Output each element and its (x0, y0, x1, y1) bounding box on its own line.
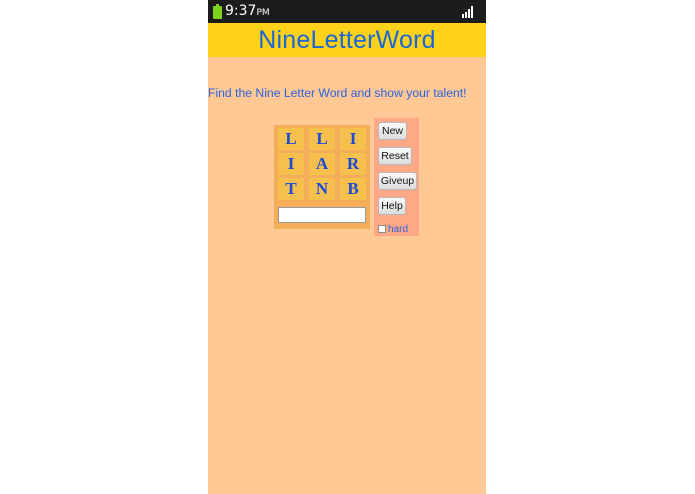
phone-screen: 9:37PM NineLetterWord Find the Nine Lett… (208, 0, 486, 494)
giveup-button[interactable]: Giveup (378, 172, 417, 190)
letter-tile[interactable]: I (340, 128, 366, 150)
app-title-bar: NineLetterWord (208, 23, 486, 57)
letter-tile[interactable]: I (278, 153, 304, 175)
hard-label: hard (388, 223, 409, 235)
hard-checkbox[interactable] (378, 225, 386, 233)
signal-icon (462, 6, 476, 18)
new-button[interactable]: New (378, 122, 407, 140)
app-title: NineLetterWord (258, 26, 436, 54)
letter-tile[interactable]: T (278, 178, 304, 200)
battery-icon (213, 4, 222, 19)
answer-input[interactable] (278, 207, 366, 223)
reset-button[interactable]: Reset (378, 147, 412, 165)
hard-toggle[interactable]: hard (378, 223, 408, 235)
status-clock: 9:37PM (225, 3, 270, 22)
letter-tile[interactable]: B (340, 178, 366, 200)
clock-time: 9:37 (225, 3, 257, 19)
help-button[interactable]: Help (378, 197, 406, 215)
status-bar: 9:37PM (208, 0, 486, 23)
letter-board: L L I I A R T N B (274, 125, 370, 229)
letter-tile[interactable]: L (278, 128, 304, 150)
letter-tile[interactable]: R (340, 153, 366, 175)
controls-panel: New Reset Giveup Help hard (374, 118, 419, 236)
letter-grid: L L I I A R T N B (277, 127, 367, 203)
letter-tile[interactable]: N (309, 178, 335, 200)
letter-tile[interactable]: L (309, 128, 335, 150)
letter-tile[interactable]: A (309, 153, 335, 175)
tagline: Find the Nine Letter Word and show your … (208, 86, 467, 100)
clock-ampm: PM (256, 8, 270, 18)
